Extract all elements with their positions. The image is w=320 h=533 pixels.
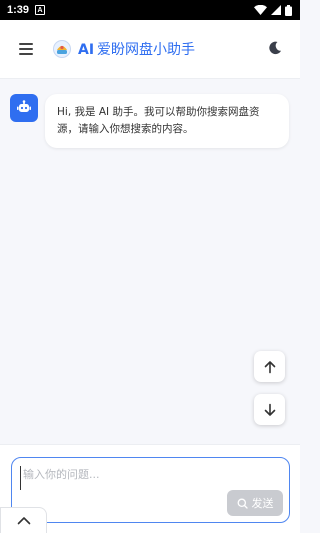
scroll-up-button[interactable] bbox=[254, 351, 285, 382]
app-title-ai: AI bbox=[78, 42, 95, 58]
status-indicators bbox=[254, 4, 292, 16]
status-time: 1:39 bbox=[7, 4, 30, 16]
robot-icon bbox=[17, 100, 31, 112]
send-button[interactable]: 发送 bbox=[227, 490, 283, 516]
wifi-icon bbox=[254, 5, 267, 15]
arrow-down-icon bbox=[264, 403, 275, 416]
app-header: AI 爱盼网盘小助手 bbox=[0, 20, 300, 79]
menu-icon[interactable] bbox=[18, 42, 34, 56]
search-icon bbox=[237, 498, 248, 509]
assistant-message: Hi, 我是 AI 助手。我可以帮助你搜索网盘资源，请输入你想搜索的内容。 bbox=[45, 94, 289, 148]
app-title-text: 爱盼网盘小助手 bbox=[97, 42, 196, 58]
composer-box: 发送 bbox=[11, 457, 290, 523]
arrow-up-icon bbox=[264, 360, 275, 373]
signal-icon bbox=[271, 5, 281, 15]
scroll-down-button[interactable] bbox=[254, 394, 285, 425]
notification-icon: A bbox=[35, 5, 46, 15]
moon-icon[interactable] bbox=[268, 41, 282, 55]
battery-icon bbox=[285, 4, 292, 16]
message-input[interactable] bbox=[20, 466, 270, 490]
status-bar: 1:39 A bbox=[0, 0, 300, 20]
send-button-label: 发送 bbox=[251, 497, 274, 510]
collapse-toggle[interactable] bbox=[0, 507, 47, 533]
chevron-up-icon bbox=[17, 517, 30, 525]
logo-icon bbox=[53, 40, 71, 58]
bot-avatar bbox=[10, 94, 38, 122]
app-title: AI 爱盼网盘小助手 bbox=[78, 39, 195, 59]
